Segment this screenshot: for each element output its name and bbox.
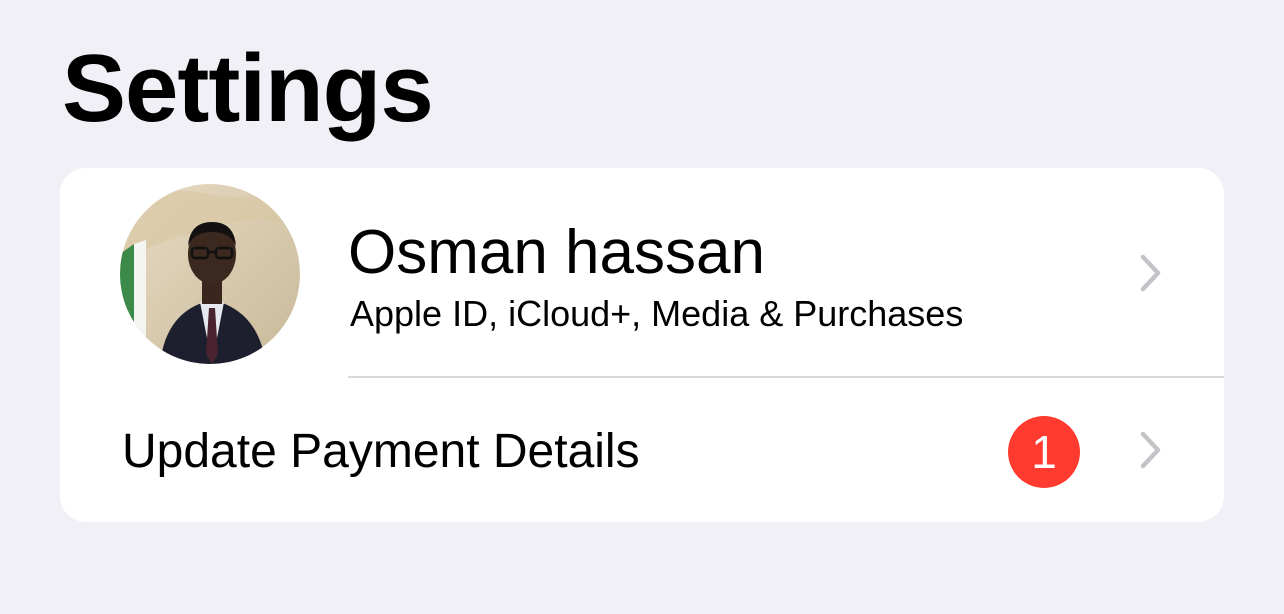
notification-badge: 1 (1008, 416, 1080, 488)
chevron-right-icon (1140, 431, 1161, 469)
settings-page: Settings Osman hassan Apple ID, iCloud+,… (0, 0, 1284, 614)
profile-name: Osman hassan (348, 218, 765, 287)
page-title: Settings (62, 35, 434, 142)
avatar[interactable] (120, 184, 300, 364)
update-payment-label: Update Payment Details (122, 425, 640, 478)
profile-subtitle: Apple ID, iCloud+, Media & Purchases (350, 293, 964, 334)
apple-id-row[interactable]: Osman hassan Apple ID, iCloud+, Media & … (60, 168, 1224, 378)
chevron-right-icon (1140, 254, 1161, 292)
account-card: Osman hassan Apple ID, iCloud+, Media & … (60, 168, 1224, 522)
avatar-photo-icon (120, 184, 300, 364)
update-payment-row[interactable]: Update Payment Details 1 (60, 378, 1224, 522)
